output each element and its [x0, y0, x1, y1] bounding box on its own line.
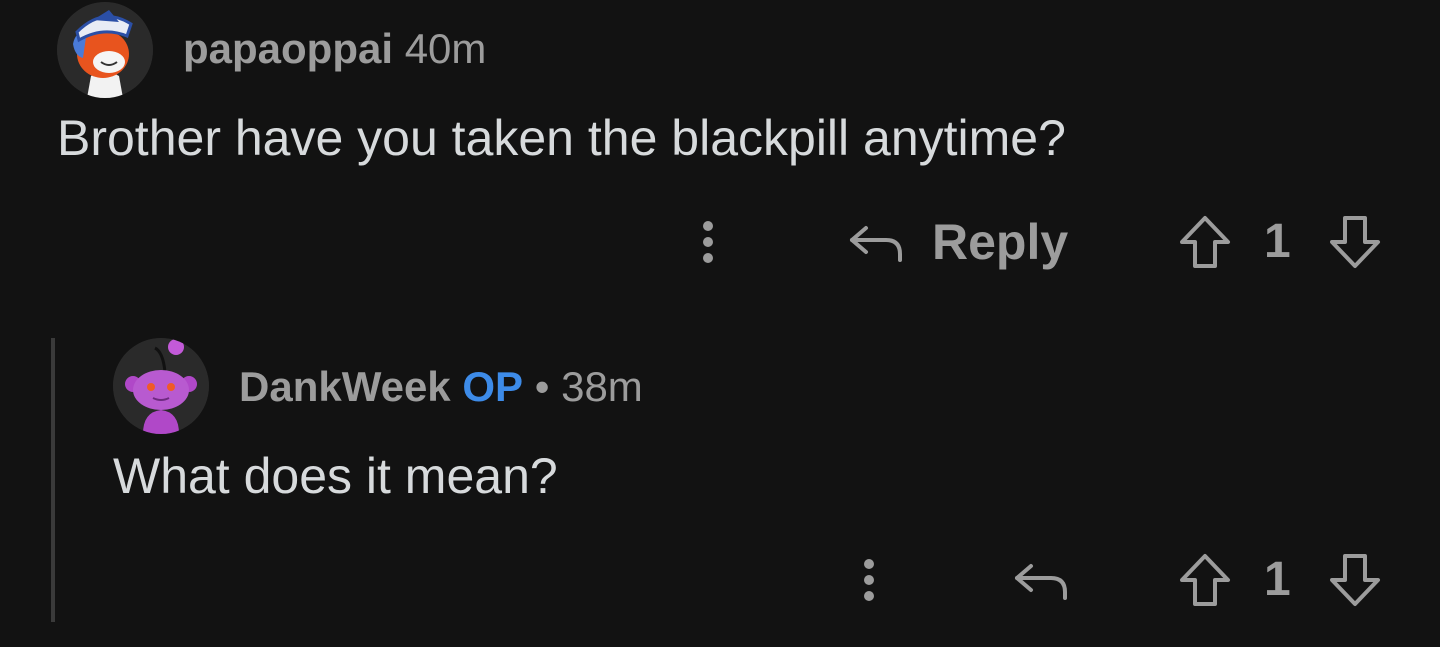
- vote-score: 1: [1264, 215, 1291, 268]
- separator-dot: •: [534, 363, 550, 410]
- thread-collapse-line[interactable]: [51, 338, 55, 622]
- downvote-arrow-icon: [1330, 554, 1380, 606]
- comment-author-line: DankWeek OP • 38m: [239, 362, 643, 412]
- reply-arrow-icon: [1015, 564, 1067, 600]
- comment-timestamp: 38m: [561, 363, 643, 410]
- comment-body: What does it mean?: [113, 448, 558, 504]
- reply-button[interactable]: Reply: [846, 210, 1076, 274]
- comment-body: Brother have you taken the blackpill any…: [57, 110, 1066, 166]
- upvote-button[interactable]: [1176, 550, 1234, 610]
- more-options-button[interactable]: [851, 552, 887, 608]
- comment-timestamp: 40m: [404, 25, 487, 72]
- more-options-icon: [703, 221, 713, 263]
- reply-arrow-icon: [850, 226, 902, 262]
- more-options-button[interactable]: [690, 214, 726, 270]
- upvote-button[interactable]: [1176, 212, 1234, 272]
- downvote-arrow-icon: [1330, 216, 1380, 268]
- username[interactable]: DankWeek: [239, 363, 451, 410]
- upvote-arrow-icon: [1180, 554, 1230, 606]
- avatar-dankweek[interactable]: [113, 338, 209, 434]
- upvote-arrow-icon: [1180, 216, 1230, 268]
- reply-label: Reply: [932, 214, 1069, 270]
- vote-score: 1: [1264, 553, 1291, 606]
- username[interactable]: papaoppai: [183, 25, 393, 72]
- comment-author-line: papaoppai 40m: [183, 24, 486, 74]
- reply-button[interactable]: [1008, 552, 1072, 608]
- downvote-button[interactable]: [1326, 212, 1384, 272]
- comment-thread: papaoppai 40m Brother have you taken the…: [0, 0, 1440, 647]
- op-badge: OP: [462, 363, 524, 410]
- downvote-button[interactable]: [1326, 550, 1384, 610]
- avatar-papaoppai[interactable]: [57, 2, 153, 98]
- more-options-icon: [864, 559, 874, 601]
- avatar-image: [113, 338, 209, 434]
- avatar-image: [57, 2, 153, 98]
